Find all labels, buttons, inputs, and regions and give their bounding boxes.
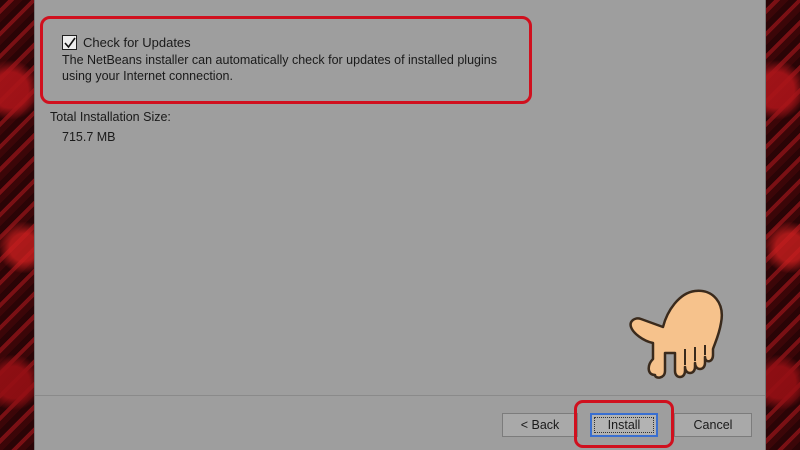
check-updates-row[interactable]: Check for Updates xyxy=(62,35,191,50)
footer-divider xyxy=(35,395,765,396)
install-highlight-box xyxy=(574,400,674,448)
back-button[interactable]: < Back xyxy=(502,413,578,437)
updates-description-line-1: The NetBeans installer can automatically… xyxy=(62,53,497,67)
check-updates-label[interactable]: Check for Updates xyxy=(83,35,191,50)
updates-highlight-box: Check for Updates The NetBeans installer… xyxy=(40,16,532,104)
check-updates-checkbox[interactable] xyxy=(62,35,77,50)
check-icon xyxy=(64,37,76,49)
updates-description-line-2: using your Internet connection. xyxy=(62,69,233,83)
install-size-value: 715.7 MB xyxy=(62,130,116,144)
desktop-background-left xyxy=(0,0,34,450)
pointing-hand-icon xyxy=(629,289,724,379)
cancel-button[interactable]: Cancel xyxy=(674,413,752,437)
installer-window: Check for Updates The NetBeans installer… xyxy=(34,0,766,450)
updates-description: The NetBeans installer can automatically… xyxy=(62,52,532,84)
desktop-background-right xyxy=(766,0,800,450)
install-size-label: Total Installation Size: xyxy=(50,110,171,124)
